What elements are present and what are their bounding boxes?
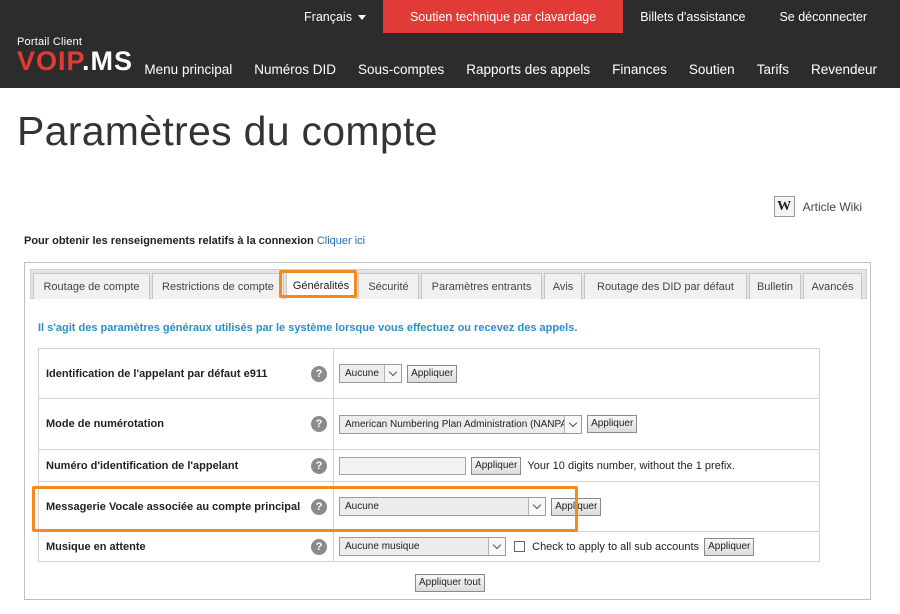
logout-link[interactable]: Se déconnecter xyxy=(762,0,900,33)
row-control-cell: Aucune Appliquer xyxy=(333,348,820,399)
e911-select-value: Aucune xyxy=(345,368,379,379)
login-info-link[interactable]: Cliquer ici xyxy=(317,235,365,247)
row-control-cell: Aucune musique Check to apply to all sub… xyxy=(333,531,820,562)
tickets-link[interactable]: Billets d'assistance xyxy=(623,0,762,33)
apply-e911-button[interactable]: Appliquer xyxy=(407,364,458,383)
apply-moh-button[interactable]: Appliquer xyxy=(704,537,755,556)
login-info-text: Pour obtenir les renseignements relatifs… xyxy=(24,235,314,247)
nav-item-menu-principal[interactable]: Menu principal xyxy=(144,62,232,77)
wiki-article-link[interactable]: W Article Wiki xyxy=(773,196,862,217)
main-nav: Menu principal Numéros DID Sous-comptes … xyxy=(122,62,877,77)
chevron-down-icon xyxy=(488,538,505,555)
table-row: Musique en attente ? Aucune musique Chec… xyxy=(38,531,820,562)
table-row: Mode de numérotation ? American Numberin… xyxy=(38,398,820,450)
row-label-cell: Mode de numérotation ? xyxy=(38,398,334,450)
help-icon[interactable]: ? xyxy=(311,538,327,555)
nav-item-revendeur[interactable]: Revendeur xyxy=(811,62,877,77)
tab-routage-des-did[interactable]: Routage des DID par défaut xyxy=(584,273,747,299)
nav-item-soutien[interactable]: Soutien xyxy=(689,62,735,77)
row-label-cell: Identification de l'appelant par défaut … xyxy=(38,348,334,399)
callerid-input[interactable] xyxy=(339,456,466,475)
chevron-down-icon xyxy=(564,415,581,433)
top-bar: Français Soutien technique par clavardag… xyxy=(0,0,900,88)
e911-label: Identification de l'appelant par défaut … xyxy=(46,367,268,380)
callerid-hint: Your 10 digits number, without the 1 pre… xyxy=(527,459,735,472)
wikipedia-icon: W xyxy=(773,196,795,217)
tab-securite[interactable]: Sécurité xyxy=(358,273,419,299)
moh-select-value: Aucune musique xyxy=(345,541,420,552)
page-title: Paramètres du compte xyxy=(17,108,438,154)
row-control-cell: American Numbering Plan Administration (… xyxy=(333,398,820,450)
dialing-mode-select[interactable]: American Numbering Plan Administration (… xyxy=(339,414,582,434)
nav-item-sous-comptes[interactable]: Sous-comptes xyxy=(358,62,444,77)
help-icon[interactable]: ? xyxy=(311,365,327,382)
nav-item-numeros-did[interactable]: Numéros DID xyxy=(254,62,336,77)
active-tab-highlight xyxy=(279,270,357,298)
general-intro: Il s'agit des paramètres généraux utilis… xyxy=(38,322,578,334)
apply-subaccounts-label: Check to apply to all sub accounts xyxy=(532,540,700,553)
tab-avances[interactable]: Avancés xyxy=(803,273,862,299)
dialing-mode-label: Mode de numérotation xyxy=(46,418,164,430)
help-icon[interactable]: ? xyxy=(311,457,327,474)
tab-avis[interactable]: Avis xyxy=(544,273,582,299)
apply-dialing-button[interactable]: Appliquer xyxy=(587,415,638,433)
caret-down-icon xyxy=(357,14,366,20)
login-info: Pour obtenir les renseignements relatifs… xyxy=(24,235,365,247)
apply-all-button[interactable]: Appliquer tout xyxy=(415,574,485,592)
language-selector[interactable]: Français xyxy=(287,0,383,33)
table-row: Numéro d'identification de l'appelant ? … xyxy=(38,449,820,482)
tab-routage-de-compte[interactable]: Routage de compte xyxy=(33,273,150,299)
dialing-mode-select-value: American Numbering Plan Administration (… xyxy=(345,418,564,430)
logo[interactable]: Portail Client VOIP.MS xyxy=(17,36,134,76)
support-chat-button[interactable]: Soutien technique par clavardage xyxy=(382,0,624,33)
table-row: Identification de l'appelant par défaut … xyxy=(38,348,820,399)
tab-bulletin[interactable]: Bulletin xyxy=(749,273,801,299)
nav-item-finances[interactable]: Finances xyxy=(612,62,667,77)
chevron-down-icon xyxy=(384,365,401,382)
language-label: Français xyxy=(304,9,352,24)
moh-select[interactable]: Aucune musique xyxy=(339,537,506,556)
row-label-cell: Numéro d'identification de l'appelant ? xyxy=(38,449,334,482)
voicemail-row-highlight xyxy=(32,486,578,532)
help-icon[interactable]: ? xyxy=(311,416,327,432)
logo-wordmark: VOIP.MS xyxy=(17,46,134,76)
tab-parametres-entrants[interactable]: Paramètres entrants xyxy=(421,273,542,299)
row-label-cell: Musique en attente ? xyxy=(38,531,334,562)
tab-strip: Routage de compte Restrictions de compte… xyxy=(30,269,867,299)
callerid-label: Numéro d'identification de l'appelant xyxy=(46,459,239,472)
wiki-label: Article Wiki xyxy=(802,199,862,214)
apply-subaccounts-checkbox[interactable] xyxy=(514,541,526,552)
row-control-cell: Appliquer Your 10 digits number, without… xyxy=(333,449,820,482)
nav-item-tarifs[interactable]: Tarifs xyxy=(757,62,789,77)
utility-links: Français Soutien technique par clavardag… xyxy=(287,0,900,33)
e911-select[interactable]: Aucune xyxy=(339,364,402,383)
apply-callerid-button[interactable]: Appliquer xyxy=(471,456,522,475)
nav-item-rapports[interactable]: Rapports des appels xyxy=(466,62,590,77)
tab-restrictions-de-compte[interactable]: Restrictions de compte xyxy=(152,273,284,299)
moh-label: Musique en attente xyxy=(46,540,146,553)
